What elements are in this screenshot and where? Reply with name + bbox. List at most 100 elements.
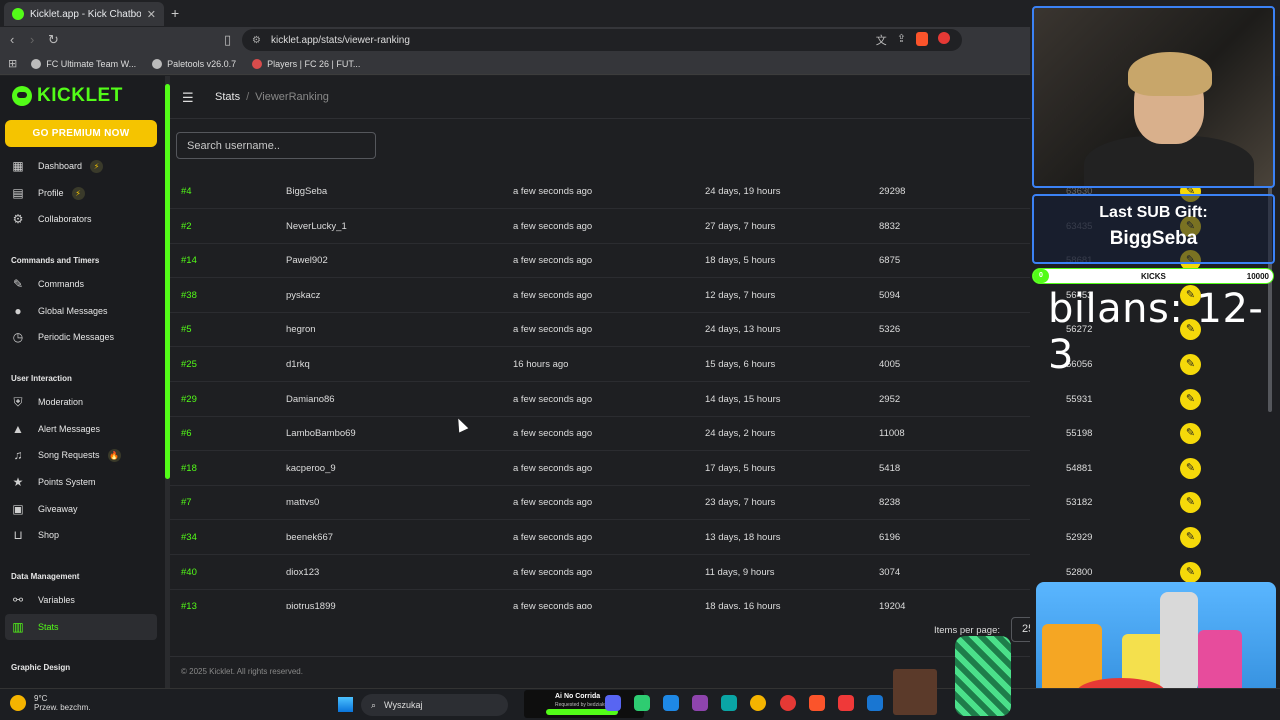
cart-icon: ⊔ (13, 528, 23, 542)
section-graphic-design: Graphic Design (11, 663, 71, 672)
windows-start-icon[interactable] (338, 697, 353, 712)
sidebar-item-commands[interactable]: ✎ Commands (5, 271, 157, 297)
lightning-icon: ⚡ (90, 159, 104, 173)
last-seen-cell: a few seconds ago (513, 324, 593, 336)
bookmark-players[interactable]: Players | FC 26 | FUT... (252, 58, 360, 69)
menu-toggle-icon[interactable]: ☰ (182, 90, 194, 106)
chrome-taskbar-icon[interactable] (750, 695, 766, 711)
music-icon: ♫ (13, 448, 23, 462)
browser-tab[interactable]: Kicklet.app - Kick Chatbot and C ✕ (4, 2, 164, 26)
sidebar-item-variables[interactable]: ⚯ Variables (5, 587, 157, 613)
weather-condition: Przew. bezchm. (34, 703, 91, 712)
messages-cell: 19204 (879, 601, 906, 609)
search-username-input[interactable] (176, 132, 376, 159)
watchtime-cell: 18 days, 16 hours (705, 601, 781, 609)
extension-icon[interactable] (938, 32, 950, 44)
url-field[interactable]: ⚙ kicklet.app/stats/viewer-ranking 文 ⇪ (242, 29, 962, 51)
top-bar: ☰ Stats / ViewerRanking (170, 76, 1030, 119)
sidebar-item-points-system[interactable]: ★ Points System (5, 469, 157, 495)
username-cell: diox123 (286, 566, 320, 578)
breadcrumb-current: ViewerRanking (255, 91, 329, 103)
edit-icon[interactable]: ✎ (1180, 527, 1201, 548)
sidebar-item-song-requests[interactable]: ♫ Song Requests 🔥 (5, 442, 157, 468)
username-cell: Pawel902 (286, 255, 328, 267)
sidebar-item-alert-messages[interactable]: ▲ Alert Messages (5, 416, 157, 442)
sidebar-item-moderation[interactable]: ⛨ Moderation (5, 389, 157, 415)
discord-taskbar-icon[interactable] (605, 695, 621, 711)
weather-widget[interactable]: 9°C Przew. bezchm. (10, 694, 90, 712)
watchtime-cell: 24 days, 19 hours (705, 186, 781, 197)
close-tab-icon[interactable]: ✕ (147, 8, 156, 21)
sidebar-item-giveaway[interactable]: ▣ Giveaway (5, 496, 157, 522)
kicks-label: KICKS (1141, 272, 1166, 281)
wrench-icon: ✎ (12, 277, 24, 291)
sidebar-item-periodic-messages[interactable]: ◷ Periodic Messages (5, 324, 157, 350)
brave-taskbar-icon[interactable] (809, 695, 825, 711)
rank-cell: #34 (181, 532, 197, 543)
new-tab-icon[interactable]: + (171, 5, 179, 21)
messages-cell: 5418 (879, 462, 901, 474)
app-taskbar-icon[interactable] (634, 695, 650, 711)
reload-icon[interactable]: ↻ (48, 32, 59, 48)
sidebar-item-dashboard[interactable]: ▦ Dashboard ⚡ (5, 153, 157, 179)
edit-icon[interactable]: ✎ (1180, 388, 1201, 410)
username-cell: Damiano86 (286, 393, 335, 405)
vscode-taskbar-icon[interactable] (663, 695, 679, 711)
now-playing-overlay: Ai No Corrida Requested by bedziakuba (524, 690, 644, 718)
sidebar-item-shop[interactable]: ⊔ Shop (5, 522, 157, 548)
edit-icon[interactable]: ✎ (1180, 492, 1201, 514)
streamer-hair (1128, 52, 1212, 96)
sidebar-item-collaborators[interactable]: ⚙ Collaborators (5, 206, 157, 232)
watchtime-cell: 17 days, 5 hours (705, 462, 776, 474)
sidebar-item-stats[interactable]: ▥ Stats (5, 614, 157, 640)
share-icon[interactable]: ⇪ (897, 32, 906, 48)
breadcrumb-stats[interactable]: Stats (215, 91, 240, 103)
edit-icon[interactable]: ✎ (1180, 423, 1201, 445)
sidebar-item-profile[interactable]: ▤ Profile ⚡ (5, 180, 157, 206)
kicks-max: 10000 (1246, 272, 1269, 281)
edit-icon[interactable]: ✎ (1180, 457, 1201, 479)
table-row: #4 BiggSeba a few seconds ago 24 days, 19 h… (170, 174, 1030, 209)
username-cell: pyskacz (286, 289, 321, 301)
sidebar-item-global-messages[interactable]: ● Global Messages (5, 298, 157, 324)
site-info-icon[interactable]: ⚙ (252, 35, 261, 46)
username-cell: d1rkq (286, 359, 310, 370)
section-commands-and-timers: Commands and Timers (11, 256, 100, 265)
last-seen-cell: a few seconds ago (513, 186, 593, 197)
watchtime-cell: 12 days, 7 hours (705, 289, 776, 301)
kicklet-logo[interactable]: KICKLET (12, 85, 123, 107)
back-icon[interactable]: ‹ (10, 32, 14, 47)
rank-cell: #38 (181, 289, 197, 301)
table-row: #29 Damiano86 a few seconds ago 14 days, 15… (170, 382, 1030, 417)
watchtime-cell: 27 days, 7 hours (705, 220, 776, 232)
globe-icon (31, 58, 42, 69)
last-seen-cell: a few seconds ago (513, 566, 593, 578)
vivaldi-taskbar-icon[interactable] (838, 695, 854, 711)
messages-cell: 8238 (879, 497, 901, 509)
kicklet-logo-icon (12, 86, 32, 106)
opera-taskbar-icon[interactable] (780, 695, 796, 711)
brave-shields-icon[interactable] (916, 32, 928, 46)
taskbar-search[interactable]: ⌕ Wyszukaj (361, 694, 508, 716)
last-seen-cell: a few seconds ago (513, 601, 593, 609)
bookmark-fc-ultimate[interactable]: FC Ultimate Team W... (31, 58, 136, 69)
bookmark-paletools[interactable]: Paletools v26.0.7 (152, 58, 236, 69)
edge-taskbar-icon[interactable] (721, 695, 737, 711)
rank-cell: #6 (181, 428, 192, 440)
username-cell: NeverLucky_1 (286, 220, 347, 232)
bookmark-icon[interactable]: ▯ (224, 32, 231, 48)
table-row: #40 diox123 a few seconds ago 11 days, 9 ho… (170, 555, 1030, 590)
username-cell: beenek667 (286, 532, 334, 543)
edit-icon[interactable]: ✎ (1180, 561, 1201, 583)
rank-cell: #7 (181, 497, 192, 509)
translate-icon[interactable]: 文 (876, 32, 887, 48)
kicklet-favicon-icon (12, 8, 24, 20)
alert-icon: ▲ (12, 422, 24, 436)
items-per-page-select[interactable]: 25 (1011, 617, 1030, 642)
table-row: #6 LamboBambo69 a few seconds ago 24 days, … (170, 416, 1030, 452)
forward-icon[interactable]: › (30, 32, 34, 47)
app-taskbar-icon[interactable] (692, 695, 708, 711)
app-taskbar-icon[interactable] (867, 695, 883, 711)
apps-grid-icon[interactable]: ⊞ (8, 57, 17, 70)
go-premium-button[interactable]: GO PREMIUM NOW (5, 120, 157, 147)
